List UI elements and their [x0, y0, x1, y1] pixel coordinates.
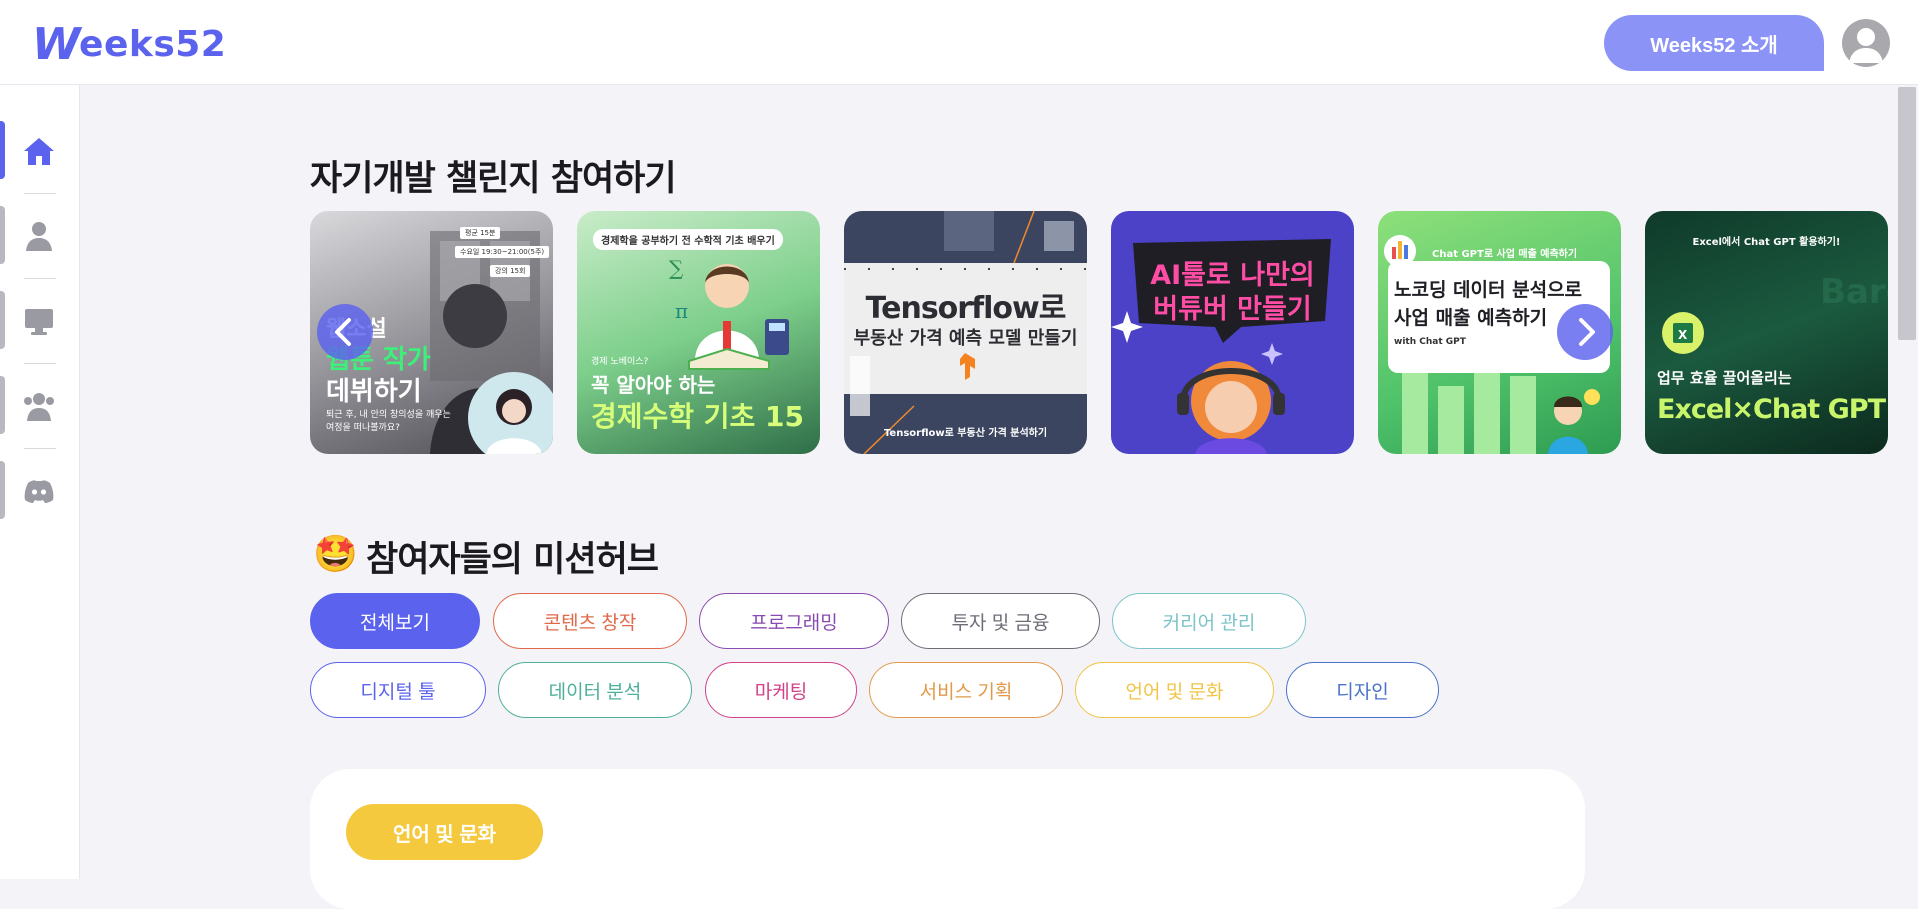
category-chip-all[interactable]: 전체보기: [310, 593, 480, 649]
indicator: [0, 376, 5, 434]
challenge-card[interactable]: Tensorflow로 부동산 가격 예측 모델 만들기 Tensorflow로…: [844, 211, 1087, 454]
person-icon: [26, 222, 52, 251]
chevron-left-icon: [335, 318, 351, 346]
svg-text:X: X: [1678, 328, 1688, 342]
sidebar-item-profile[interactable]: [0, 204, 79, 268]
card-subtitle: 퇴근 후, 내 안의 창의성을 깨우는 여정을 떠나볼까요?: [326, 410, 451, 433]
category-chip-programming[interactable]: 프로그래밍: [699, 593, 889, 649]
home-icon: [24, 138, 54, 165]
carousel-next-button[interactable]: [1557, 304, 1613, 360]
weeks52-intro-button[interactable]: Weeks52 소개: [1604, 15, 1824, 71]
challenge-card[interactable]: AI툴로 나만의 버튜버 만들기: [1111, 211, 1354, 454]
page-scrollbar[interactable]: [1896, 85, 1918, 879]
active-indicator: [0, 121, 5, 179]
challenge-card[interactable]: X Bard Excel에서 Chat GPT 활용하기! 업무 효율 끌어올리…: [1645, 211, 1888, 454]
sidebar-divider: [24, 193, 56, 194]
sidebar-item-home[interactable]: [0, 119, 79, 183]
card-bottom-text: Tensorflow로 부동산 가격 분석하기: [883, 428, 1048, 439]
category-chip-career[interactable]: 커리어 관리: [1112, 593, 1306, 649]
sidebar-item-community[interactable]: [0, 374, 79, 438]
card-line2: 부동산 가격 예측 모델 만들기: [853, 328, 1078, 349]
card-top-label: Excel에서 Chat GPT 활용하기!: [1692, 237, 1841, 248]
category-chip-design[interactable]: 디자인: [1286, 662, 1439, 718]
card-line2: 사업 매출 예측하기: [1394, 307, 1548, 329]
indicator: [0, 461, 5, 519]
carousel-prev-button[interactable]: [317, 304, 373, 360]
top-header: Weeks52 Weeks52 소개: [0, 0, 1918, 85]
card-line1: 노코딩 데이터 분석으로: [1394, 279, 1583, 301]
category-chip-content-creation[interactable]: 콘텐츠 창작: [493, 593, 687, 649]
sidebar-item-classroom[interactable]: [0, 289, 79, 353]
card-tag: 수요일 19:30~21:00(5주): [455, 246, 550, 258]
group-icon: [24, 393, 54, 421]
category-chip-investment-finance[interactable]: 투자 및 금융: [901, 593, 1100, 649]
sidebar-divider: [24, 363, 56, 364]
category-chip-language-culture[interactable]: 언어 및 문화: [1075, 662, 1274, 718]
challenge-card[interactable]: 경제학을 공부하기 전 수학적 기초 배우기 ∑ π 경제 노베이스? 꼭 알아…: [577, 211, 820, 454]
card-illustration: [1111, 239, 1331, 454]
category-chip-service-planning[interactable]: 서비스 기획: [869, 662, 1063, 718]
mission-hub-title: 참여자들의 미션허브: [366, 540, 659, 580]
avatar-person-icon: [1849, 28, 1883, 63]
svg-text:π: π: [675, 299, 688, 323]
card-line2: Excel×Chat GPT: [1657, 394, 1886, 425]
card-tag: 강의 15회: [490, 265, 531, 277]
card-small-text: 경제 노베이스?: [591, 357, 649, 367]
card-line2: 경제수학 기초 15: [591, 400, 805, 433]
category-chip-digital-tools[interactable]: 디지털 툴: [310, 662, 486, 718]
card-line1: 꼭 알아야 하는: [591, 373, 716, 397]
card-line3: 데뷔하기: [326, 377, 422, 407]
smiling-face-heart-eyes-icon: 🤩: [313, 534, 358, 575]
sidebar-item-discord[interactable]: [0, 459, 79, 523]
challenges-title: 자기개발 챌린지 참여하기: [310, 159, 677, 199]
mission-category-tag[interactable]: 언어 및 문화: [346, 804, 543, 860]
category-chip-data-analysis[interactable]: 데이터 분석: [498, 662, 692, 718]
discord-icon: [24, 480, 54, 503]
svg-text:Bard: Bard: [1820, 272, 1888, 312]
card-line1: Tensorflow로: [865, 291, 1067, 326]
sidebar-divider: [24, 448, 56, 449]
logo-text: eeks52: [79, 23, 227, 65]
category-chip-marketing[interactable]: 마케팅: [705, 662, 857, 718]
card-line2: 버튜버 만들기: [1153, 294, 1312, 325]
scrollbar-thumb[interactable]: [1898, 87, 1916, 340]
logo-mark: W: [32, 18, 82, 70]
card-tag: 평균 15분: [460, 227, 501, 239]
card-top-label: Chat GPT로 사업 매출 예측하기: [1432, 249, 1578, 260]
sidebar-divider: [24, 278, 56, 279]
card-small-text: with Chat GPT: [1394, 337, 1466, 347]
weeks52-logo[interactable]: Weeks52: [32, 19, 227, 70]
indicator: [0, 206, 5, 264]
svg-text:∑: ∑: [669, 256, 684, 280]
user-avatar[interactable]: [1842, 19, 1890, 67]
indicator: [0, 291, 5, 349]
chevron-right-icon: [1579, 318, 1595, 346]
card-line1: 업무 효율 끌어올리는: [1657, 369, 1792, 387]
monitor-icon: [25, 309, 53, 335]
sidebar-nav: [0, 85, 80, 879]
